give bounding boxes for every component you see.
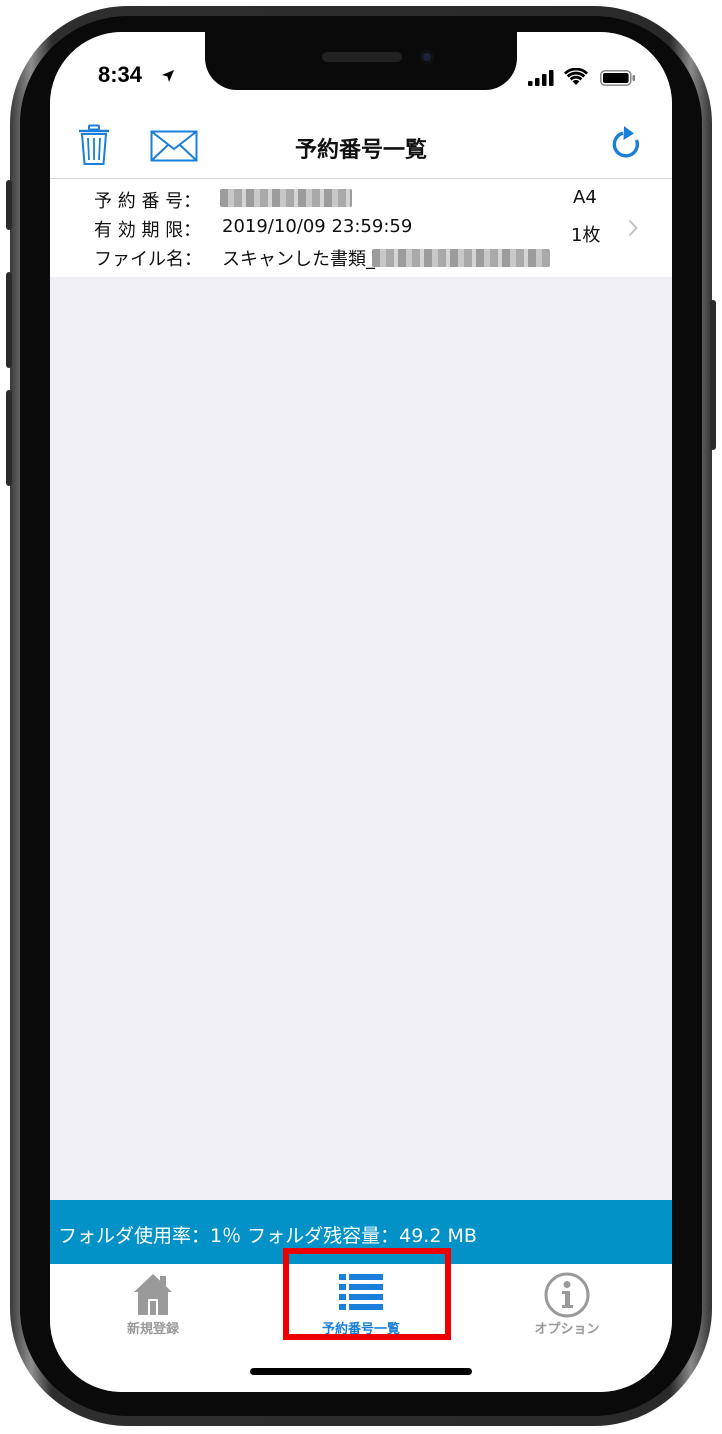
page-title: 予約番号一覧	[294, 138, 427, 163]
status-time: 8:34	[98, 62, 143, 87]
redacted-reservation-number	[220, 189, 352, 207]
expiry-label: 有 効 期 限：	[94, 220, 202, 241]
volume-down-button	[6, 390, 12, 486]
signal-icon	[528, 70, 554, 90]
navigation-bar: 予約番号一覧	[50, 118, 672, 179]
paper-size: A4	[573, 187, 597, 208]
filename-label: ファイル名：	[94, 249, 202, 270]
reservation-list-item[interactable]: 予 約 番 号： 有 効 期 限： 2019/10/09 23:59:59 ファ…	[50, 179, 672, 277]
screen: 8:34 予約番号一覧 予 約 番 号： 有 効 期 限： 2019/10/09…	[50, 32, 672, 1392]
info-icon	[544, 1272, 590, 1322]
highlight-annotation-box	[283, 1248, 451, 1340]
tab-label: 新規登録	[126, 1322, 179, 1337]
wifi-icon	[564, 67, 588, 90]
storage-status-text: フォルダ使用率：1％ フォルダ残容量：49.2 MB	[58, 1225, 477, 1247]
battery-icon	[600, 70, 636, 90]
tab-label: オプション	[534, 1322, 600, 1337]
home-indicator[interactable]	[250, 1368, 472, 1375]
speaker-grille	[322, 52, 402, 62]
chevron-right-icon	[628, 219, 638, 241]
notch	[205, 32, 517, 90]
filename-value: スキャンした書類_	[222, 249, 375, 270]
expiry-value: 2019/10/09 23:59:59	[222, 216, 413, 237]
home-icon	[133, 1272, 173, 1320]
front-camera	[420, 50, 434, 64]
redacted-filename	[372, 249, 550, 267]
refresh-icon[interactable]	[610, 126, 644, 168]
reservation-number-label: 予 約 番 号：	[94, 191, 202, 212]
volume-up-button	[6, 272, 12, 368]
tab-new-registration[interactable]: 新規登録	[78, 1264, 228, 1344]
mute-switch	[6, 180, 12, 230]
tab-options[interactable]: オプション	[492, 1264, 642, 1344]
power-button	[710, 300, 716, 450]
location-arrow-icon	[161, 68, 175, 87]
page-count: 1枚	[571, 225, 601, 246]
